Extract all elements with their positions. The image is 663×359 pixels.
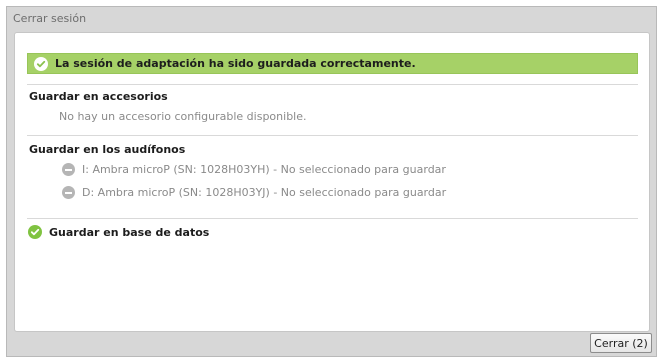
dialog-title: Cerrar sesión <box>13 12 87 25</box>
hearing-aid-left-row: I: Ambra microP (SN: 1028H03YH) - No sel… <box>62 163 446 176</box>
close-button[interactable]: Cerrar (2) <box>590 333 652 353</box>
accessories-section-title: Guardar en accesorios <box>29 90 168 103</box>
divider <box>27 135 638 136</box>
success-banner-text: La sesión de adaptación ha sido guardada… <box>55 57 416 70</box>
divider <box>27 218 638 219</box>
check-circle-icon <box>34 56 48 71</box>
hearing-aids-section-title: Guardar en los audífonos <box>29 143 186 156</box>
close-session-dialog: Cerrar sesión La sesión de adaptación ha… <box>6 6 657 357</box>
check-circle-icon <box>28 225 42 239</box>
database-row: Guardar en base de datos <box>28 225 209 239</box>
accessories-message: No hay un accesorio configurable disponi… <box>59 110 307 123</box>
hearing-aid-right-row: D: Ambra microP (SN: 1028H03YJ) - No sel… <box>62 186 446 199</box>
minus-circle-icon <box>62 163 75 176</box>
divider <box>27 84 638 85</box>
database-section-title: Guardar en base de datos <box>49 225 210 239</box>
hearing-aid-right-text: D: Ambra microP (SN: 1028H03YJ) - No sel… <box>82 186 447 199</box>
success-banner: La sesión de adaptación ha sido guardada… <box>27 53 638 74</box>
dialog-content: La sesión de adaptación ha sido guardada… <box>14 32 650 332</box>
hearing-aid-left-text: I: Ambra microP (SN: 1028H03YH) - No sel… <box>82 163 446 176</box>
minus-circle-icon <box>62 186 75 199</box>
